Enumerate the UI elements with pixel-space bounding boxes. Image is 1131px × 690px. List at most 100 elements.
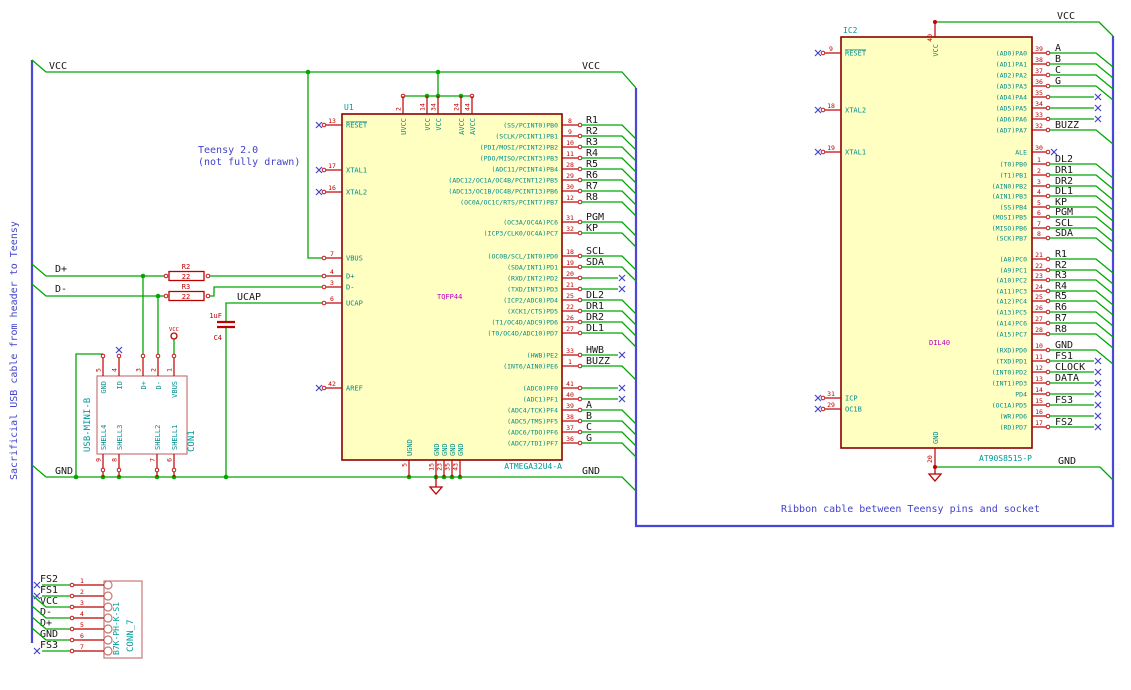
pin-text: 34 (430, 103, 438, 111)
pin-text: VCC (435, 118, 443, 131)
u1-value: ATMEGA32U4-A (504, 462, 562, 471)
pin-text: 15 (428, 463, 436, 471)
pin-text: 16 (1035, 408, 1043, 416)
pin-text: (HWB)PE2 (527, 352, 558, 360)
pin-text: 39 (566, 402, 574, 410)
pin-end (1045, 204, 1051, 210)
ribbon-cable-note: Ribbon cable between Teensy pins and soc… (781, 504, 1040, 515)
pin-text: (PDO/MISO/PCINT3)PB3 (480, 155, 558, 163)
pin-text: (T0/OC4D/ADC10)PD7 (488, 330, 559, 338)
vcc-symbol-circle (170, 332, 178, 340)
net-label-ucap: UCAP (237, 292, 261, 303)
pin-text: 6 (166, 458, 174, 462)
pin-text: 4 (330, 268, 334, 276)
pin-text: D+ (40, 618, 52, 629)
pin-text: OC1B (845, 406, 862, 414)
pin-text: 26 (566, 314, 574, 322)
pin-text: (OC3A/OC4A)PC6 (503, 219, 558, 227)
pin-end (321, 167, 327, 173)
pin-end (820, 406, 826, 412)
pin-end (1045, 61, 1051, 67)
pin-end (577, 144, 583, 150)
pin-text: (AD3)PA3 (996, 83, 1027, 91)
con1-pin-6: 6 SHELL1 (166, 425, 179, 477)
pin-text: 13 (1035, 375, 1043, 383)
pin-end (1045, 267, 1051, 273)
pin-end (820, 50, 826, 56)
pin-text: PD4 (1015, 391, 1027, 399)
pin-text: 39 (1035, 45, 1043, 53)
pin-text: 40 (926, 34, 934, 42)
pin-end (1045, 391, 1051, 397)
no-connect-icon (315, 166, 323, 174)
pin-end (69, 582, 75, 588)
pin-end (1045, 50, 1051, 56)
pin-text: VBUS (171, 381, 179, 398)
pin-text: 33 (1035, 111, 1043, 119)
pin-end (577, 264, 583, 270)
pin-end (577, 297, 583, 303)
net-label-gnd-mid: GND (582, 466, 600, 477)
u1-footprint: TQFP44 (437, 293, 462, 301)
connector-pin-circle (103, 580, 113, 590)
pin-text: FS2 (40, 574, 58, 585)
connector-pin-circle (103, 613, 113, 623)
pin-text: 38 (1035, 56, 1043, 64)
teensy-note-line1: Teensy 2.0 (198, 145, 258, 156)
pin-text: 24 (1035, 283, 1043, 291)
u1-ref: U1 (344, 103, 354, 112)
pin-text: (ADC5/TMS)PF5 (507, 418, 558, 426)
pin-text: 29 (827, 401, 835, 409)
pin-text: VBUS (346, 255, 363, 263)
pin-end (69, 604, 75, 610)
con1-pin-4: 4 ID (111, 346, 124, 389)
pin-text: (TXD/INT3)PD3 (507, 286, 558, 294)
pin-end (577, 330, 583, 336)
pin-end (154, 467, 160, 473)
pin-text: (ADC6/TDO)PF6 (507, 429, 558, 437)
gnd-symbol-u1 (428, 477, 444, 495)
pin-text: GND (457, 443, 465, 456)
pin-text: 16 (328, 184, 336, 192)
pin-text: 2 (80, 588, 84, 596)
pin-end (1045, 235, 1051, 241)
pin-text: (ICP3/CLK0/OC4A)PC7 (484, 230, 558, 238)
pin-text: (AD4)PA4 (996, 94, 1027, 102)
pin-text: 6 (330, 295, 334, 303)
pin-text: 24 (453, 103, 461, 111)
pin-text: 36 (566, 435, 574, 443)
component-c4[interactable]: 1uF C4 (209, 312, 235, 342)
wire-vcc-rail (31, 59, 637, 89)
component-r3[interactable]: R3 22 (168, 283, 205, 302)
r2-ref: R2 (182, 263, 190, 271)
no-connect-icon (1094, 423, 1102, 431)
pin-text: 31 (566, 214, 574, 222)
pin-end (155, 353, 161, 359)
pin-end (1045, 298, 1051, 304)
pin-text: 11 (1035, 353, 1043, 361)
component-r2[interactable]: R2 22 (168, 263, 205, 282)
pin-text: GND (40, 629, 58, 640)
pin-end (205, 273, 211, 279)
pin-text: 5 (1037, 199, 1041, 207)
component-ic2[interactable]: IC2 AT90S8515-P DIL40 (840, 26, 1033, 463)
connector-pin-circle (103, 624, 113, 634)
pin-text: 34 (1035, 100, 1043, 108)
pin-end (577, 275, 583, 281)
pin-text: D+ (140, 381, 148, 389)
pin-end (577, 418, 583, 424)
pin-text: 1 (80, 577, 84, 585)
pin-wire (582, 442, 637, 458)
pin-text: (T1/OC4D/ADC9)PD6 (491, 319, 558, 327)
no-connect-icon (618, 395, 626, 403)
pin-text: 8 (568, 117, 572, 125)
pin-text: 31 (827, 390, 835, 398)
pin-text: 20 (566, 270, 574, 278)
pin-end (321, 385, 327, 391)
pin-text: (SS)PB4 (1000, 204, 1027, 212)
pin-text: D+ (346, 273, 354, 281)
pin-text: FS3 (40, 640, 58, 651)
r2-value: 22 (182, 273, 190, 281)
pin-end (321, 122, 327, 128)
pin-text: 43 (452, 463, 460, 471)
